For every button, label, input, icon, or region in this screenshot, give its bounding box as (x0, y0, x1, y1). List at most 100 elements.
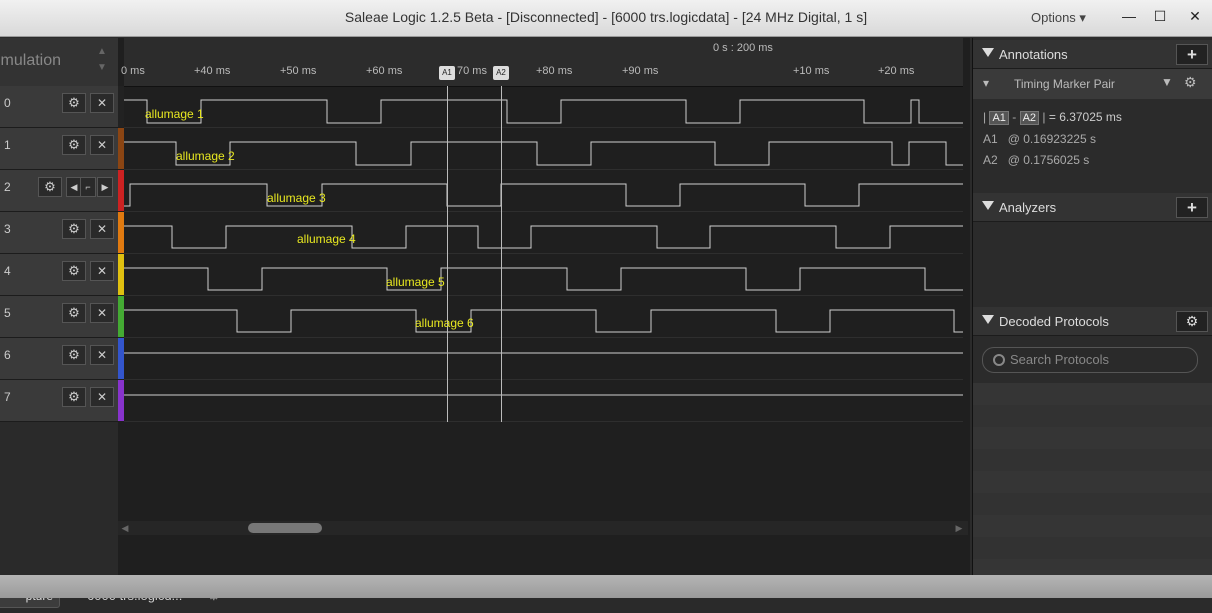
pair-value: = 6.37025 ms (1048, 110, 1122, 124)
wave-annotation: allumage 1 (145, 107, 204, 121)
waveform-canvas[interactable] (124, 86, 963, 422)
channel-row: l 6 ⚙ ✕ (0, 338, 118, 380)
maximize-button[interactable]: ☐ (1145, 4, 1175, 28)
title-bar: Saleae Logic 1.2.5 Beta - [Disconnected]… (0, 0, 1212, 37)
channel-row: l 1 ⚙ ✕ (0, 128, 118, 170)
time-ruler[interactable]: 0 s : 200 ms 0 ms +40 ms +50 ms +60 ms 7… (121, 38, 963, 87)
close-icon[interactable]: ✕ (90, 387, 114, 407)
a1-label: A1 (983, 132, 998, 146)
options-menu[interactable]: Options ▾ (1031, 10, 1086, 26)
analyzers-title: Analyzers (999, 200, 1057, 215)
close-button[interactable]: ✕ (1180, 4, 1210, 28)
channel-row: l 3 ⚙ ✕ (0, 212, 118, 254)
channel-row: l 0 ⚙ ✕ (0, 86, 118, 128)
scroll-right-icon[interactable]: ▶ (952, 521, 966, 535)
marker-a2-badge: A2 (1019, 111, 1040, 125)
ruler-tick: +50 ms (280, 65, 317, 77)
wave-annotation: allumage 4 (297, 232, 356, 246)
next-edge-icon[interactable]: ▶ (97, 177, 113, 197)
gear-icon[interactable]: ⚙ (62, 93, 86, 113)
collapse-triangle-icon[interactable] (982, 48, 994, 57)
waveform-area[interactable]: allumage 1 allumage 2 allumage 3 allumag… (124, 86, 963, 422)
simulation-header: imulation ▲ ▼ (0, 38, 118, 87)
marker-a1[interactable]: A1 (439, 66, 455, 80)
wave-annotation: allumage 5 (386, 275, 445, 289)
ruler-tick: +60 ms (366, 65, 403, 77)
close-icon[interactable]: ✕ (90, 219, 114, 239)
ruler-tick: +80 ms (536, 65, 573, 77)
collapse-triangle-icon[interactable] (982, 201, 994, 210)
gear-icon[interactable]: ⚙ (38, 177, 62, 197)
channel-list: imulation ▲▼ l 0 ⚙ ✕ l 1 ⚙ ✕ l 2 ⚙ ◀ ⌐ ▶… (0, 38, 118, 575)
channel-row: l 7 ⚙ ✕ (0, 380, 118, 422)
dropdown-icon[interactable]: ▼ (1161, 75, 1173, 89)
horizontal-scrollbar[interactable]: ◀ ▶ (118, 521, 968, 535)
gear-icon[interactable]: ⚙ (62, 261, 86, 281)
channel-row: l 5 ⚙ ✕ (0, 296, 118, 338)
edge-trigger-icon[interactable]: ⌐ (80, 177, 96, 197)
simulation-label: imulation (0, 52, 62, 69)
channel-row: l 2 ⚙ ◀ ⌐ ▶ (0, 170, 118, 212)
ruler-tick: +10 ms (793, 65, 830, 77)
wave-annotation: allumage 2 (176, 149, 235, 163)
timing-marker-pair-label: Timing Marker Pair (1014, 77, 1115, 91)
a2-line: A2 @ 0.1756025 s (983, 153, 1089, 167)
wave-annotation: allumage 3 (267, 191, 326, 205)
gear-icon[interactable]: ⚙ (62, 135, 86, 155)
a2-value: @ 0.1756025 s (1007, 153, 1090, 167)
a1-line: A1 @ 0.16923225 s (983, 132, 1096, 146)
right-sidebar: Annotations + ▾ Timing Marker Pair ▼ ⚙ |… (972, 38, 1212, 575)
add-annotation-button[interactable]: + (1176, 44, 1208, 65)
decoded-protocols-panel-header[interactable]: Decoded Protocols ⚙ (973, 307, 1212, 336)
gear-icon[interactable]: ⚙ (62, 345, 86, 365)
ruler-top-label: 0 s : 200 ms (713, 42, 773, 54)
analyzers-panel-header[interactable]: Analyzers + (973, 193, 1212, 222)
close-icon[interactable]: ✕ (90, 303, 114, 323)
close-icon[interactable]: ✕ (90, 93, 114, 113)
channel-name: l 5 (0, 306, 11, 320)
search-icon (993, 354, 1005, 366)
ruler-tick: +20 ms (878, 65, 915, 77)
a2-label: A2 (983, 153, 998, 167)
marker-a2[interactable]: A2 (493, 66, 509, 80)
channel-name: l 7 (0, 390, 11, 404)
decoded-protocols-list[interactable] (973, 383, 1212, 575)
channel-name: l 0 (0, 96, 11, 110)
search-protocols-input[interactable]: Search Protocols (982, 347, 1198, 373)
gear-icon[interactable]: ⚙ (1176, 311, 1208, 332)
timing-marker-pair-row[interactable]: ▾ Timing Marker Pair ▼ ⚙ (973, 69, 1212, 99)
scroll-thumb[interactable] (248, 523, 322, 533)
main-area: imulation ▲▼ l 0 ⚙ ✕ l 1 ⚙ ✕ l 2 ⚙ ◀ ⌐ ▶… (0, 38, 970, 613)
ruler-tick: 70 ms (457, 65, 487, 77)
channel-name: l 4 (0, 264, 11, 278)
gear-icon[interactable]: ⚙ (62, 387, 86, 407)
marker-a1-badge: A1 (989, 111, 1009, 125)
close-icon[interactable]: ✕ (90, 345, 114, 365)
gear-icon[interactable]: ⚙ (62, 303, 86, 323)
marker-pair-line: | A1 - A2 | = 6.37025 ms (983, 110, 1122, 125)
ruler-tick: +90 ms (622, 65, 659, 77)
channel-row: l 4 ⚙ ✕ (0, 254, 118, 296)
wave-annotation: allumage 6 (415, 316, 474, 330)
channel-name: l 2 (0, 180, 11, 194)
status-bar (0, 575, 1212, 598)
collapse-triangle-icon[interactable] (982, 315, 994, 324)
close-icon[interactable]: ✕ (90, 261, 114, 281)
close-icon[interactable]: ✕ (90, 135, 114, 155)
add-analyzer-button[interactable]: + (1176, 197, 1208, 218)
search-placeholder: Search Protocols (1010, 352, 1109, 367)
minimize-button[interactable]: — (1114, 4, 1144, 28)
ruler-tick: +40 ms (194, 65, 231, 77)
channel-scroll-arrows[interactable]: ▲ ▼ (92, 44, 112, 80)
ruler-tick: 0 ms (121, 65, 145, 77)
channel-name: l 6 (0, 348, 11, 362)
gear-icon[interactable]: ⚙ (62, 219, 86, 239)
gear-icon[interactable]: ⚙ (1184, 74, 1197, 91)
annotations-title: Annotations (999, 47, 1068, 62)
decoded-protocols-title: Decoded Protocols (999, 314, 1109, 329)
channel-name: l 1 (0, 138, 11, 152)
annotations-panel-header[interactable]: Annotations + (973, 40, 1212, 69)
scroll-left-icon[interactable]: ◀ (118, 521, 132, 535)
pin-icon: ▾ (983, 76, 990, 90)
a1-value: @ 0.16923225 s (1007, 132, 1096, 146)
